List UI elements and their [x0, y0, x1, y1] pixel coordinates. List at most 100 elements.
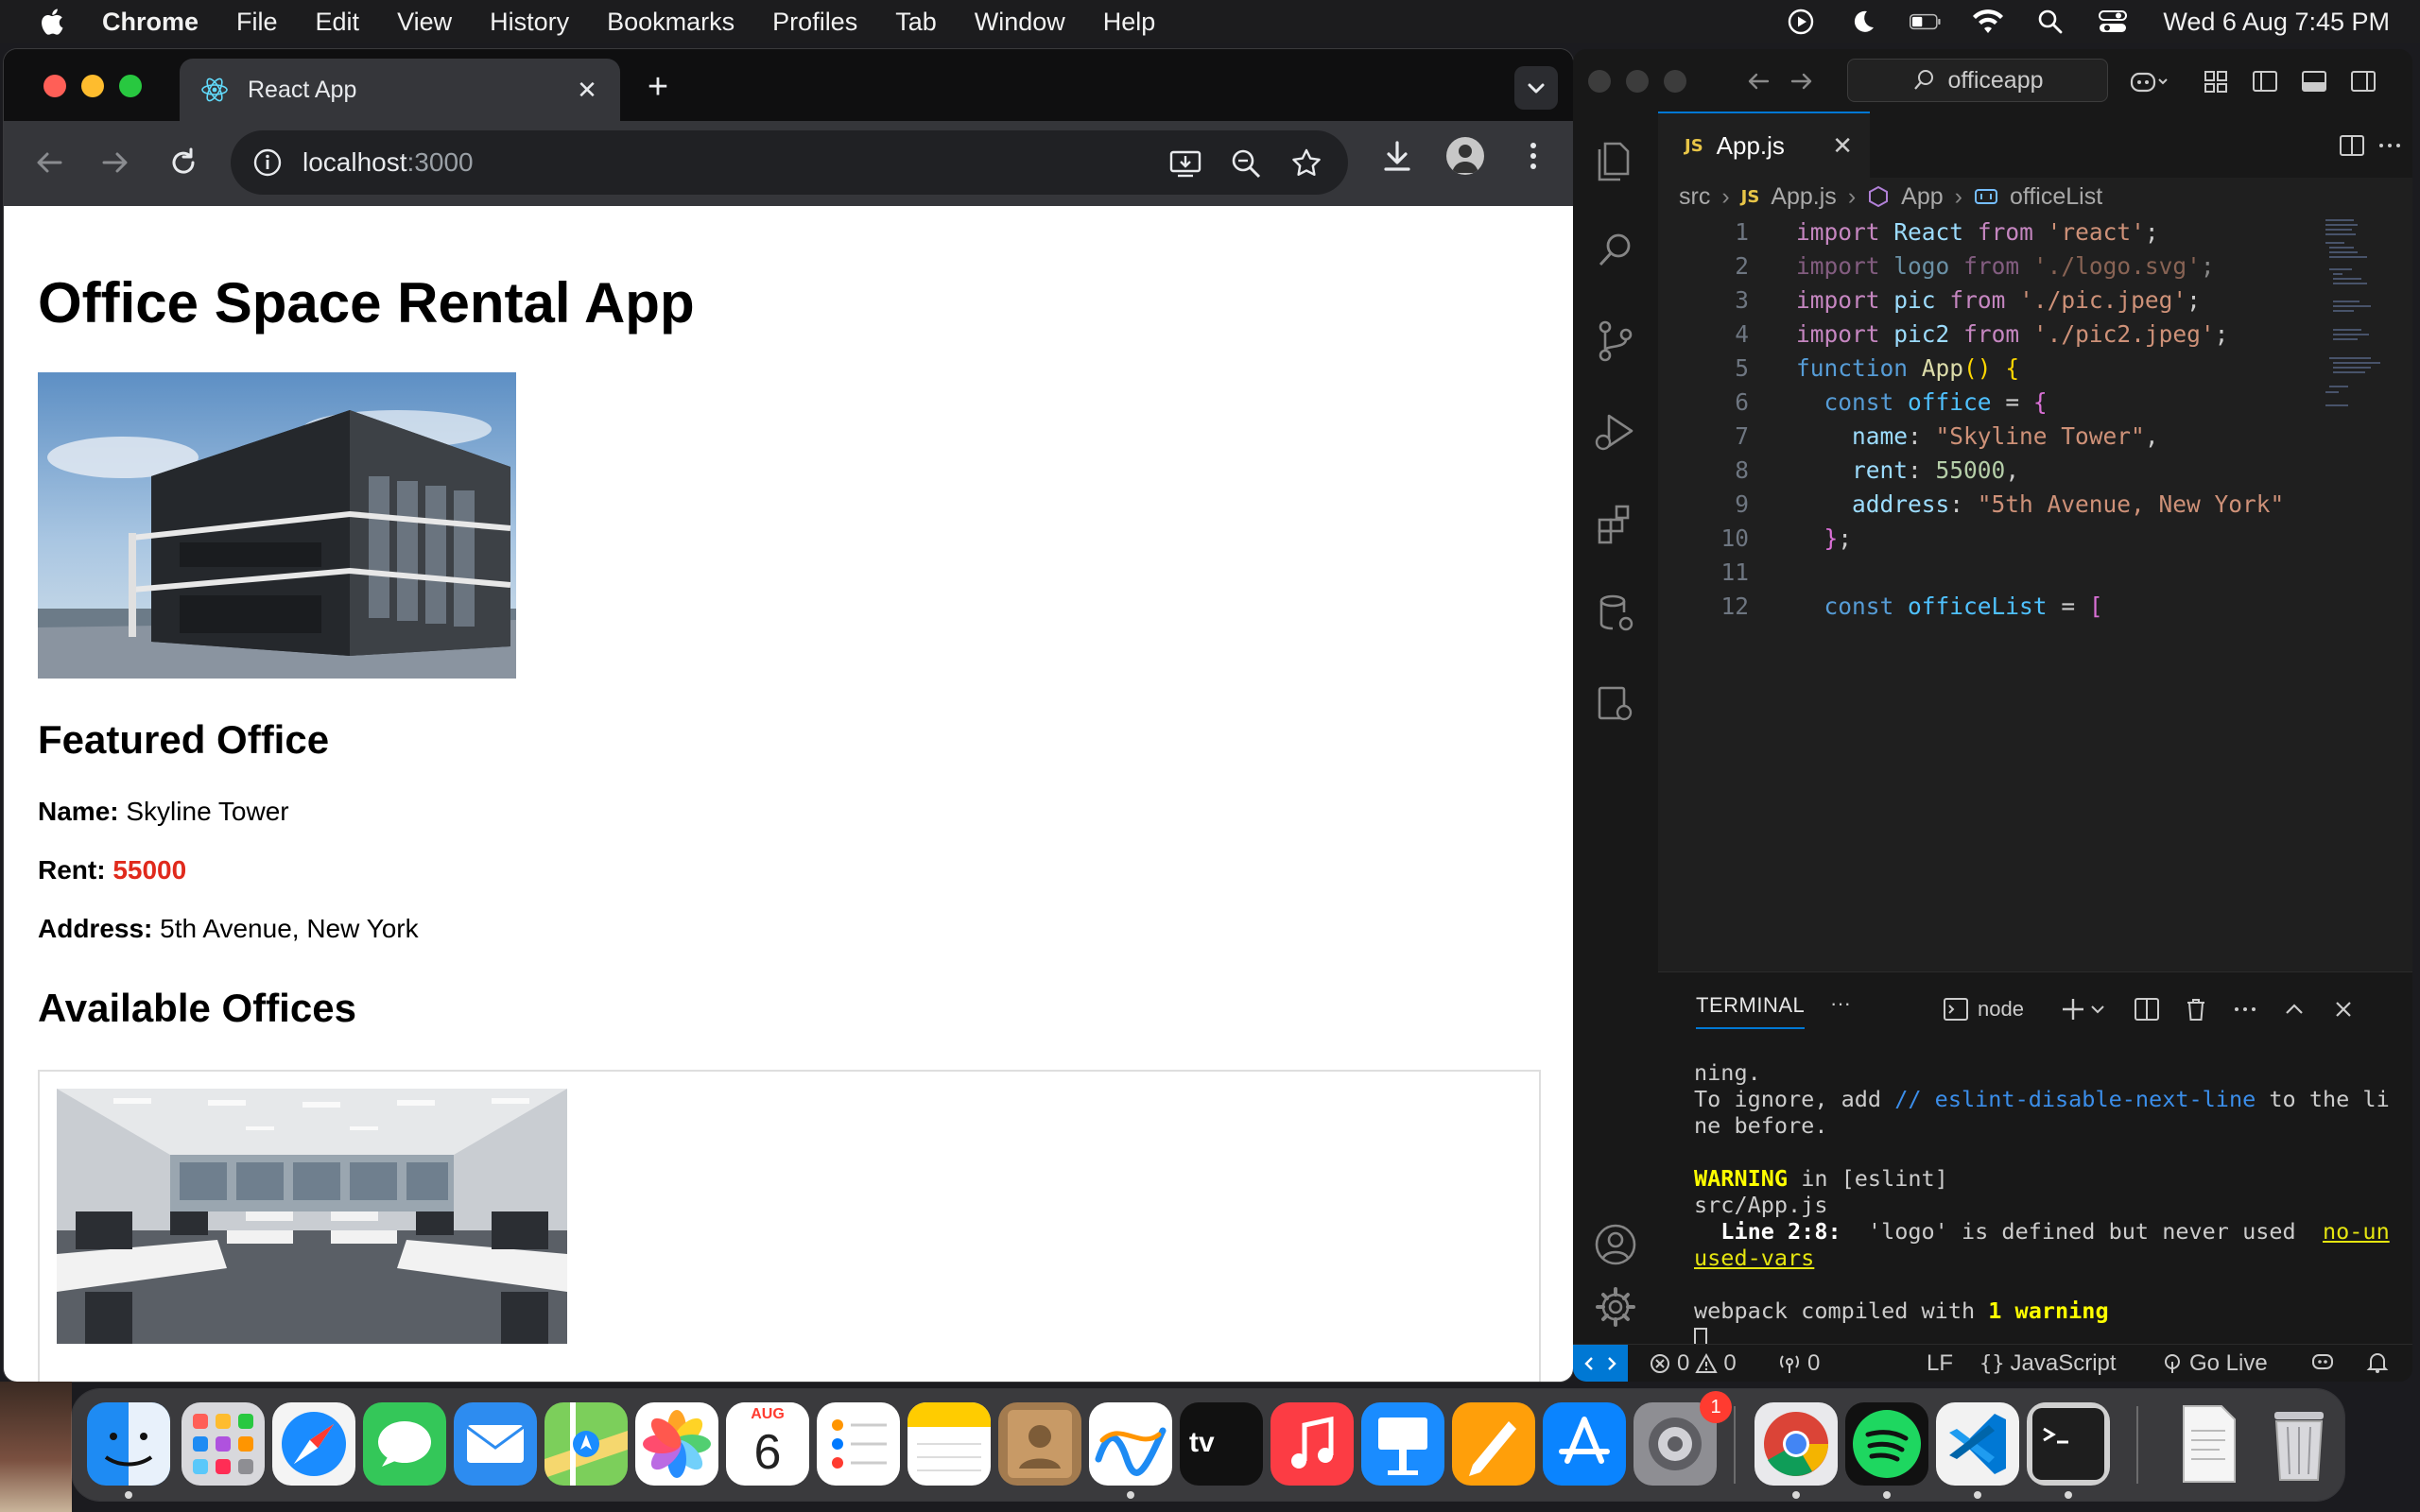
nav-back-icon[interactable] [1743, 66, 1773, 96]
dock-maps[interactable] [544, 1402, 628, 1486]
toggle-panel-icon[interactable] [2299, 66, 2329, 96]
dock-safari[interactable] [272, 1402, 355, 1486]
eol-indicator[interactable]: LF [1927, 1350, 1953, 1377]
dock-photos[interactable] [635, 1402, 718, 1486]
maximize-panel-chevron-up-icon[interactable] [2280, 995, 2308, 1023]
split-terminal-icon[interactable] [2133, 995, 2161, 1023]
dock-chrome[interactable] [1754, 1402, 1838, 1486]
breadcrumb-variable[interactable]: officeList [2010, 183, 2102, 211]
dock-spotify[interactable] [1845, 1402, 1928, 1486]
split-editor-icon[interactable] [2337, 130, 2367, 161]
ports-indicator[interactable]: 0 [1777, 1350, 1820, 1377]
term-rule-link[interactable]: no-un [2323, 1218, 2390, 1245]
copilot-icon[interactable] [2129, 66, 2169, 96]
menu-profiles[interactable]: Profiles [772, 8, 857, 37]
tab-close-icon[interactable]: ✕ [573, 76, 601, 104]
apple-logo-icon[interactable] [36, 5, 70, 39]
panel-more-actions-icon[interactable] [2231, 995, 2259, 1023]
terminal-output[interactable]: ning. To ignore, add // eslint-disable-n… [1694, 1059, 2394, 1350]
downloads-icon[interactable] [1378, 137, 1416, 175]
focus-moon-icon[interactable] [1847, 8, 1879, 36]
dock-reminders[interactable] [817, 1402, 900, 1486]
breadcrumb-src[interactable]: src [1679, 183, 1710, 211]
nav-forward-icon[interactable] [1787, 66, 1817, 96]
terminal-name[interactable]: node [1978, 997, 2024, 1022]
vscode-minimize-button[interactable] [1626, 70, 1649, 93]
dock-launchpad[interactable] [182, 1402, 265, 1486]
go-live-button[interactable]: Go Live [2161, 1350, 2268, 1377]
dock-notes[interactable] [908, 1402, 991, 1486]
now-playing-icon[interactable] [1785, 8, 1817, 36]
vscode-zoom-button[interactable] [1664, 70, 1686, 93]
back-arrow-icon[interactable] [28, 142, 70, 183]
dock-calendar[interactable]: AUG 6 [726, 1402, 809, 1486]
panel-tab-terminal[interactable]: TERMINAL [1696, 993, 1806, 1029]
copilot-status[interactable] [2310, 1350, 2337, 1373]
chrome-menu-icon[interactable] [1514, 137, 1552, 175]
close-panel-icon[interactable] [2329, 995, 2358, 1023]
menu-tab[interactable]: Tab [895, 8, 937, 37]
manage-gear-icon[interactable] [1588, 1280, 1643, 1334]
reload-icon[interactable] [163, 142, 204, 183]
spotlight-search-icon[interactable] [2034, 8, 2066, 36]
menu-history[interactable]: History [490, 8, 569, 37]
minimap[interactable] [2322, 215, 2397, 461]
language-mode[interactable]: {} JavaScript [1979, 1350, 2117, 1377]
search-view-icon[interactable] [1588, 223, 1643, 278]
new-terminal-plus-icon[interactable] [2059, 995, 2087, 1023]
control-center-icon[interactable] [2097, 8, 2129, 36]
dock-vscode[interactable] [1936, 1402, 2019, 1486]
dock-keynote[interactable] [1361, 1402, 1444, 1486]
database-icon[interactable] [1588, 586, 1643, 641]
site-info-icon[interactable] [251, 146, 284, 179]
profile-avatar[interactable] [1446, 137, 1484, 175]
terminal-shell-icon[interactable] [1942, 995, 1970, 1023]
battery-icon[interactable] [1910, 8, 1942, 36]
code-editor[interactable]: 1 import React from 'react'; 2 import logo… [1658, 215, 2412, 620]
breadcrumb-symbol[interactable]: App [1901, 183, 1943, 211]
panel-more-icon[interactable]: ··· [1830, 991, 1851, 1016]
dock-mail[interactable] [454, 1402, 537, 1486]
menu-help[interactable]: Help [1103, 8, 1156, 37]
install-app-icon[interactable] [1168, 146, 1202, 180]
dock-trash[interactable] [2257, 1402, 2341, 1486]
dock-finder[interactable] [87, 1402, 170, 1486]
browser-tab-react-app[interactable]: React App ✕ [180, 59, 620, 121]
accounts-icon[interactable] [1588, 1217, 1643, 1272]
menu-file[interactable]: File [236, 8, 278, 37]
extensions-icon[interactable] [1588, 495, 1643, 550]
editor-tab-app-js[interactable]: JS App.js ✕ [1658, 112, 1870, 178]
dock-document-preview[interactable] [2167, 1402, 2250, 1486]
run-debug-icon[interactable] [1588, 404, 1643, 459]
explorer-files-icon[interactable] [1588, 132, 1643, 187]
menu-clock[interactable]: Wed 6 Aug 7:45 PM [2163, 8, 2390, 37]
customize-layout-icon[interactable] [2201, 66, 2231, 96]
menu-app-name[interactable]: Chrome [102, 8, 199, 37]
dock-pages[interactable] [1452, 1402, 1535, 1486]
breadcrumb-file[interactable]: App.js [1771, 183, 1836, 211]
vscode-close-button[interactable] [1588, 70, 1611, 93]
forward-arrow-icon[interactable] [95, 142, 136, 183]
dock-freeform[interactable] [1089, 1402, 1172, 1486]
remote-indicator[interactable] [1573, 1345, 1628, 1382]
menu-window[interactable]: Window [975, 8, 1065, 37]
dock-messages[interactable] [363, 1402, 446, 1486]
problems-indicator[interactable]: 0 0 [1649, 1350, 1737, 1377]
menu-view[interactable]: View [397, 8, 452, 37]
dock-terminal[interactable] [2027, 1402, 2110, 1486]
dock-contacts[interactable] [998, 1402, 1081, 1486]
toggle-secondary-sidebar-icon[interactable] [2348, 66, 2378, 96]
bookmark-star-icon[interactable] [1289, 146, 1323, 180]
editor-tab-close-icon[interactable]: ✕ [1832, 132, 1853, 159]
term-rule-link[interactable]: used-vars [1694, 1245, 1814, 1271]
close-window-button[interactable] [43, 75, 66, 97]
menu-edit[interactable]: Edit [316, 8, 360, 37]
minimize-window-button[interactable] [81, 75, 104, 97]
dock-music[interactable] [1270, 1402, 1354, 1486]
toggle-primary-sidebar-icon[interactable] [2250, 66, 2280, 96]
command-center-search[interactable]: officeapp [1847, 59, 2108, 102]
menu-bookmarks[interactable]: Bookmarks [607, 8, 735, 37]
dock-apple-tv[interactable]: tv [1180, 1402, 1263, 1486]
kill-terminal-trash-icon[interactable] [2182, 995, 2210, 1023]
address-bar[interactable]: localhost:3000 [231, 130, 1348, 195]
